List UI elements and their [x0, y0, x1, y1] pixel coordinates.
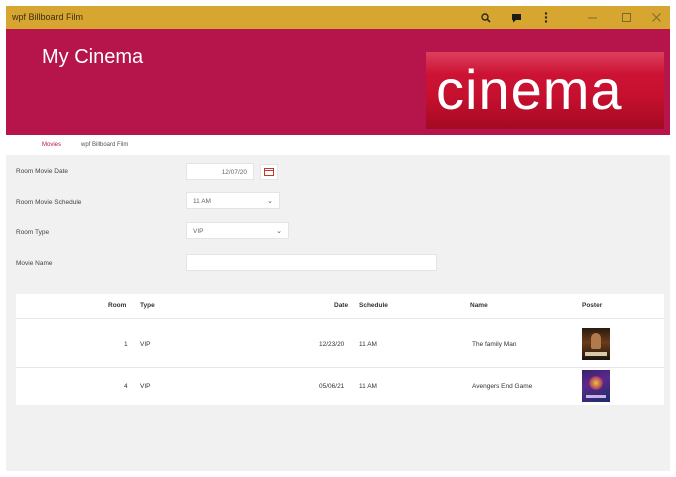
- banner-text: cinema: [436, 58, 623, 121]
- app-title: My Cinema: [42, 46, 144, 68]
- chat-bubble-icon[interactable]: [502, 6, 530, 29]
- header-divider: [16, 318, 664, 319]
- movie-name-input[interactable]: [186, 254, 437, 271]
- title-bar: wpf Billboard Film: [6, 6, 670, 29]
- column-header-schedule[interactable]: Schedule: [359, 302, 388, 309]
- column-header-poster[interactable]: Poster: [582, 302, 602, 309]
- window-title: wpf Billboard Film: [12, 12, 84, 22]
- cell-room: 1: [124, 341, 128, 348]
- results-table: Room Type Date Schedule Name Poster 1 VI…: [16, 294, 664, 405]
- calendar-button[interactable]: [260, 164, 278, 180]
- movie-poster: [582, 328, 610, 360]
- cell-name: The family Man: [472, 341, 517, 348]
- search-icon[interactable]: [472, 6, 500, 29]
- movie-name-label: Movie Name: [16, 260, 53, 267]
- room-type-label: Room Type: [16, 229, 50, 236]
- breadcrumb-home-link[interactable]: Movies: [42, 142, 61, 148]
- date-input[interactable]: 12/07/20: [186, 163, 254, 180]
- column-header-date[interactable]: Date: [334, 302, 348, 309]
- cinema-banner: cinema: [426, 52, 664, 129]
- minimize-icon[interactable]: [578, 6, 606, 29]
- breadcrumb-current: wpf Billboard Film: [81, 142, 129, 148]
- cell-date: 12/23/20: [319, 341, 345, 348]
- cell-schedule: 11 AM: [359, 341, 377, 348]
- movie-poster: [582, 370, 610, 402]
- cell-type: VIP: [140, 383, 151, 390]
- room-type-select[interactable]: VIP ⌄: [186, 222, 289, 239]
- chevron-down-icon: ⌄: [276, 228, 282, 235]
- breadcrumb: Movies wpf Billboard Film: [6, 135, 670, 155]
- app-window: wpf Billboard Film My Cinema cinema Movi…: [6, 6, 670, 471]
- column-header-name[interactable]: Name: [470, 302, 488, 309]
- cell-name: Avengers End Game: [472, 383, 533, 390]
- column-header-type[interactable]: Type: [140, 302, 155, 309]
- cell-room: 4: [124, 383, 128, 390]
- cell-schedule: 11 AM: [359, 383, 377, 390]
- date-label: Room Movie Date: [16, 168, 69, 175]
- cell-type: VIP: [140, 341, 151, 348]
- more-vertical-icon[interactable]: [532, 6, 560, 29]
- column-header-room[interactable]: Room: [108, 302, 126, 309]
- cell-date: 05/06/21: [319, 383, 345, 390]
- schedule-label: Room Movie Schedule: [16, 199, 82, 206]
- app-header: My Cinema cinema: [6, 29, 670, 135]
- schedule-select[interactable]: 11 AM ⌄: [186, 192, 280, 209]
- calendar-icon: [264, 168, 274, 176]
- maximize-icon[interactable]: [612, 6, 640, 29]
- close-icon[interactable]: [642, 6, 670, 29]
- chevron-down-icon: ⌄: [267, 198, 273, 205]
- row-divider: [16, 367, 664, 368]
